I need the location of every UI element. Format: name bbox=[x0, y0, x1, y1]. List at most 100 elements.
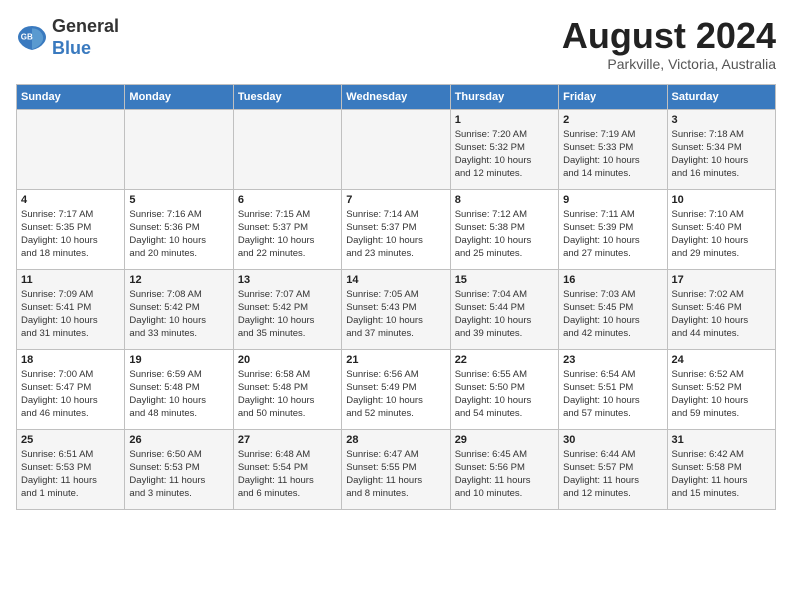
week-row-2: 4 Sunrise: 7:17 AM Sunset: 5:35 PM Daylig… bbox=[17, 189, 776, 269]
week-row-1: 1 Sunrise: 7:20 AM Sunset: 5:32 PM Daylig… bbox=[17, 109, 776, 189]
day-info: Sunrise: 7:17 AM Sunset: 5:35 PM Dayligh… bbox=[21, 208, 120, 261]
day-info: Sunrise: 6:44 AM Sunset: 5:57 PM Dayligh… bbox=[563, 448, 662, 501]
day-number: 6 bbox=[238, 194, 337, 206]
day-info: Sunrise: 7:10 AM Sunset: 5:40 PM Dayligh… bbox=[672, 208, 771, 261]
day-info: Sunrise: 7:00 AM Sunset: 5:47 PM Dayligh… bbox=[21, 368, 120, 421]
day-number: 4 bbox=[21, 194, 120, 206]
empty-cell bbox=[233, 109, 341, 189]
empty-cell bbox=[17, 109, 125, 189]
day-cell-5: 5 Sunrise: 7:16 AM Sunset: 5:36 PM Daylig… bbox=[125, 189, 233, 269]
day-cell-24: 24 Sunrise: 6:52 AM Sunset: 5:52 PM Dayli… bbox=[667, 349, 775, 429]
empty-cell bbox=[125, 109, 233, 189]
week-row-4: 18 Sunrise: 7:00 AM Sunset: 5:47 PM Dayli… bbox=[17, 349, 776, 429]
day-number: 27 bbox=[238, 434, 337, 446]
logo: GB General Blue bbox=[16, 16, 119, 59]
day-cell-9: 9 Sunrise: 7:11 AM Sunset: 5:39 PM Daylig… bbox=[559, 189, 667, 269]
day-info: Sunrise: 6:45 AM Sunset: 5:56 PM Dayligh… bbox=[455, 448, 554, 501]
header-cell-friday: Friday bbox=[559, 84, 667, 109]
day-number: 22 bbox=[455, 354, 554, 366]
day-cell-14: 14 Sunrise: 7:05 AM Sunset: 5:43 PM Dayli… bbox=[342, 269, 450, 349]
day-info: Sunrise: 7:11 AM Sunset: 5:39 PM Dayligh… bbox=[563, 208, 662, 261]
day-number: 2 bbox=[563, 114, 662, 126]
day-number: 30 bbox=[563, 434, 662, 446]
day-number: 19 bbox=[129, 354, 228, 366]
calendar-table: SundayMondayTuesdayWednesdayThursdayFrid… bbox=[16, 84, 776, 510]
day-info: Sunrise: 7:16 AM Sunset: 5:36 PM Dayligh… bbox=[129, 208, 228, 261]
day-info: Sunrise: 7:02 AM Sunset: 5:46 PM Dayligh… bbox=[672, 288, 771, 341]
day-cell-22: 22Sunrise: 6:55 AM Sunset: 5:50 PM Dayli… bbox=[450, 349, 558, 429]
day-info: Sunrise: 6:56 AM Sunset: 5:49 PM Dayligh… bbox=[346, 368, 445, 421]
day-info: Sunrise: 7:20 AM Sunset: 5:32 PM Dayligh… bbox=[455, 128, 554, 181]
day-info: Sunrise: 7:09 AM Sunset: 5:41 PM Dayligh… bbox=[21, 288, 120, 341]
day-number: 17 bbox=[672, 274, 771, 286]
day-info: Sunrise: 7:07 AM Sunset: 5:42 PM Dayligh… bbox=[238, 288, 337, 341]
day-cell-27: 27 Sunrise: 6:48 AM Sunset: 5:54 PM Dayli… bbox=[233, 429, 341, 509]
header-cell-monday: Monday bbox=[125, 84, 233, 109]
day-info: Sunrise: 6:47 AM Sunset: 5:55 PM Dayligh… bbox=[346, 448, 445, 501]
day-info: Sunrise: 6:42 AM Sunset: 5:58 PM Dayligh… bbox=[672, 448, 771, 501]
day-number: 25 bbox=[21, 434, 120, 446]
title-area: August 2024 Parkville, Victoria, Austral… bbox=[562, 16, 776, 72]
day-number: 11 bbox=[21, 274, 120, 286]
day-number: 10 bbox=[672, 194, 771, 206]
day-info: Sunrise: 7:18 AM Sunset: 5:34 PM Dayligh… bbox=[672, 128, 771, 181]
day-cell-18: 18 Sunrise: 7:00 AM Sunset: 5:47 PM Dayli… bbox=[17, 349, 125, 429]
day-cell-1: 1 Sunrise: 7:20 AM Sunset: 5:32 PM Daylig… bbox=[450, 109, 558, 189]
day-number: 26 bbox=[129, 434, 228, 446]
day-info: Sunrise: 7:08 AM Sunset: 5:42 PM Dayligh… bbox=[129, 288, 228, 341]
logo-text: General Blue bbox=[52, 16, 119, 59]
day-cell-16: 16Sunrise: 7:03 AM Sunset: 5:45 PM Dayli… bbox=[559, 269, 667, 349]
location: Parkville, Victoria, Australia bbox=[562, 56, 776, 72]
day-number: 18 bbox=[21, 354, 120, 366]
day-number: 29 bbox=[455, 434, 554, 446]
day-cell-19: 19 Sunrise: 6:59 AM Sunset: 5:48 PM Dayli… bbox=[125, 349, 233, 429]
day-cell-26: 26Sunrise: 6:50 AM Sunset: 5:53 PM Dayli… bbox=[125, 429, 233, 509]
day-info: Sunrise: 7:12 AM Sunset: 5:38 PM Dayligh… bbox=[455, 208, 554, 261]
svg-text:GB: GB bbox=[21, 32, 33, 41]
day-number: 13 bbox=[238, 274, 337, 286]
day-cell-30: 30 Sunrise: 6:44 AM Sunset: 5:57 PM Dayli… bbox=[559, 429, 667, 509]
day-cell-29: 29 Sunrise: 6:45 AM Sunset: 5:56 PM Dayli… bbox=[450, 429, 558, 509]
day-cell-13: 13 Sunrise: 7:07 AM Sunset: 5:42 PM Dayli… bbox=[233, 269, 341, 349]
day-number: 9 bbox=[563, 194, 662, 206]
day-info: Sunrise: 7:04 AM Sunset: 5:44 PM Dayligh… bbox=[455, 288, 554, 341]
header-row: SundayMondayTuesdayWednesdayThursdayFrid… bbox=[17, 84, 776, 109]
logo-icon: GB bbox=[16, 22, 48, 54]
day-cell-21: 21 Sunrise: 6:56 AM Sunset: 5:49 PM Dayli… bbox=[342, 349, 450, 429]
day-number: 14 bbox=[346, 274, 445, 286]
day-cell-10: 10 Sunrise: 7:10 AM Sunset: 5:40 PM Dayli… bbox=[667, 189, 775, 269]
day-number: 1 bbox=[455, 114, 554, 126]
day-cell-20: 20Sunrise: 6:58 AM Sunset: 5:48 PM Dayli… bbox=[233, 349, 341, 429]
day-cell-15: 15 Sunrise: 7:04 AM Sunset: 5:44 PM Dayli… bbox=[450, 269, 558, 349]
header-cell-wednesday: Wednesday bbox=[342, 84, 450, 109]
day-info: Sunrise: 6:48 AM Sunset: 5:54 PM Dayligh… bbox=[238, 448, 337, 501]
header-cell-saturday: Saturday bbox=[667, 84, 775, 109]
day-cell-7: 7 Sunrise: 7:14 AM Sunset: 5:37 PM Daylig… bbox=[342, 189, 450, 269]
day-cell-3: 3 Sunrise: 7:18 AM Sunset: 5:34 PM Daylig… bbox=[667, 109, 775, 189]
header-cell-tuesday: Tuesday bbox=[233, 84, 341, 109]
day-info: Sunrise: 7:19 AM Sunset: 5:33 PM Dayligh… bbox=[563, 128, 662, 181]
day-number: 24 bbox=[672, 354, 771, 366]
day-number: 15 bbox=[455, 274, 554, 286]
day-number: 7 bbox=[346, 194, 445, 206]
day-cell-8: 8Sunrise: 7:12 AM Sunset: 5:38 PM Daylig… bbox=[450, 189, 558, 269]
page-header: GB General Blue August 2024 Parkville, V… bbox=[16, 16, 776, 72]
day-number: 23 bbox=[563, 354, 662, 366]
day-info: Sunrise: 7:14 AM Sunset: 5:37 PM Dayligh… bbox=[346, 208, 445, 261]
header-cell-thursday: Thursday bbox=[450, 84, 558, 109]
day-info: Sunrise: 7:05 AM Sunset: 5:43 PM Dayligh… bbox=[346, 288, 445, 341]
week-row-5: 25Sunrise: 6:51 AM Sunset: 5:53 PM Dayli… bbox=[17, 429, 776, 509]
day-number: 21 bbox=[346, 354, 445, 366]
day-info: Sunrise: 7:15 AM Sunset: 5:37 PM Dayligh… bbox=[238, 208, 337, 261]
day-info: Sunrise: 6:59 AM Sunset: 5:48 PM Dayligh… bbox=[129, 368, 228, 421]
day-info: Sunrise: 6:52 AM Sunset: 5:52 PM Dayligh… bbox=[672, 368, 771, 421]
day-cell-31: 31Sunrise: 6:42 AM Sunset: 5:58 PM Dayli… bbox=[667, 429, 775, 509]
day-number: 12 bbox=[129, 274, 228, 286]
day-cell-25: 25Sunrise: 6:51 AM Sunset: 5:53 PM Dayli… bbox=[17, 429, 125, 509]
day-cell-4: 4 Sunrise: 7:17 AM Sunset: 5:35 PM Daylig… bbox=[17, 189, 125, 269]
day-number: 5 bbox=[129, 194, 228, 206]
day-number: 3 bbox=[672, 114, 771, 126]
empty-cell bbox=[342, 109, 450, 189]
day-number: 28 bbox=[346, 434, 445, 446]
day-cell-2: 2 Sunrise: 7:19 AM Sunset: 5:33 PM Daylig… bbox=[559, 109, 667, 189]
